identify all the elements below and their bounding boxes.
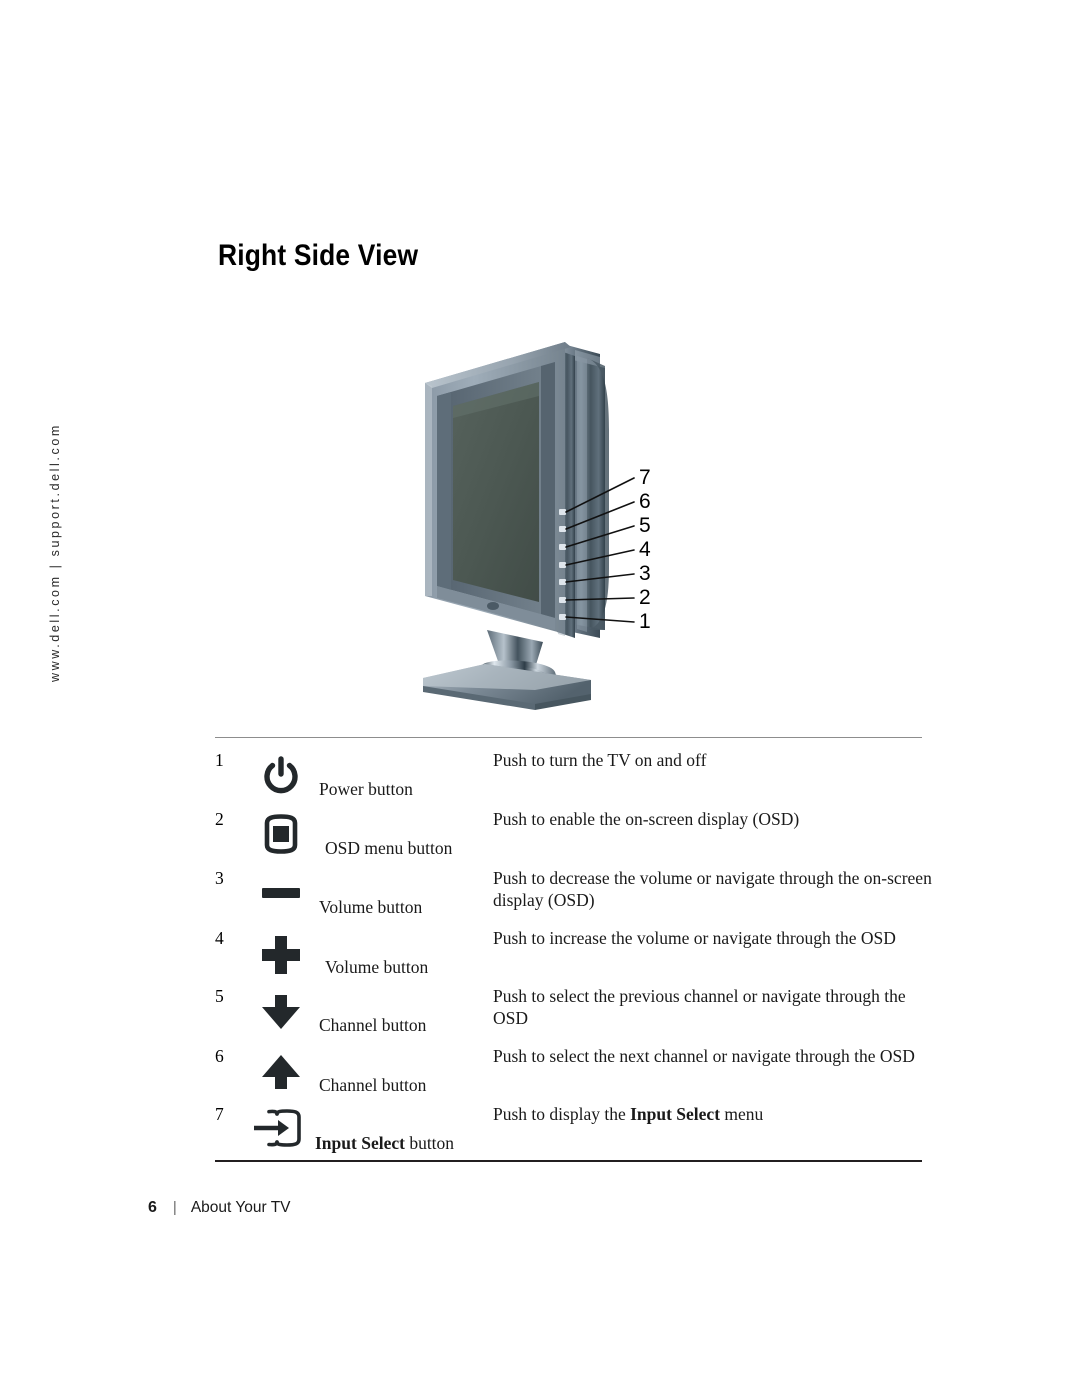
tv-right-side-view-figure: 7 6 5 4 3 2 1 [415,338,705,713]
page-footer: 6 | About Your TV [148,1199,291,1217]
row-description-text: Push to select the previous channel or n… [493,986,906,1029]
row-description-prefix: Push to display the [493,1104,631,1124]
row-number: 1 [215,750,224,770]
row-description-suffix: menu [720,1104,764,1124]
callout-number-2: 2 [639,586,651,609]
table-bottom-rule [215,1160,922,1162]
table-row: 5 Channel button Push to select the prev… [215,977,922,1037]
arrow-up-icon [248,1037,313,1093]
callout-number-5: 5 [639,514,651,537]
callout-number-7: 7 [639,466,651,489]
row-description-bold: Input Select [630,1104,721,1124]
plus-icon [248,919,313,977]
row-number: 5 [215,986,224,1006]
row-description: Push to select the next channel or navig… [493,1045,933,1067]
row-number: 6 [215,1046,224,1066]
row-description-text: Push to enable the on-screen display (OS… [493,809,800,829]
power-icon [248,741,313,797]
footer-section-title: About Your TV [190,1199,291,1216]
callout-number-3: 3 [639,562,651,585]
row-description-text: Push to decrease the volume or navigate … [493,868,932,911]
row-description: Push to select the previous channel or n… [493,985,925,1029]
row-description-text: Push to increase the volume or navigate … [493,928,896,948]
footer-separator: | [172,1199,177,1216]
callout-number-4: 4 [639,538,651,561]
row-description: Push to decrease the volume or navigate … [493,867,933,911]
callout-number-6: 6 [639,490,651,513]
row-label-rest: button [404,1133,455,1153]
table-row: 1 Power button Push to turn the TV on an… [215,741,922,799]
row-description: Push to enable the on-screen display (OS… [493,808,925,830]
callout-number-1: 1 [639,610,651,633]
minus-icon [248,859,313,913]
table-row: 3 Volume button Push to decrease the vol… [215,859,932,919]
row-description: Push to increase the volume or navigate … [493,927,933,949]
table-row: 7 Input Select button Push to display th… [215,1095,922,1153]
table-top-rule [215,737,922,738]
footer-page-number: 6 [148,1199,157,1216]
side-rail-url: www.dell.com | support.dell.com [48,423,62,682]
button-reference-table: 1 Power button Push to turn the TV on an… [215,737,932,1153]
table-row: 4 Volume button Push to increase the vol… [215,919,922,977]
table-row: 6 Channel button Push to select the next… [215,1037,922,1095]
osd-menu-icon [248,800,313,854]
row-description: Push to turn the TV on and off [493,749,925,771]
arrow-down-icon [248,977,313,1033]
row-number: 7 [215,1104,224,1124]
row-description: Push to display the Input Select menu [493,1103,925,1125]
row-number: 2 [215,809,224,829]
tv-front-bezel [425,342,571,634]
tv-stand [423,630,591,710]
page-title: Right Side View [218,239,419,272]
row-number: 3 [215,868,224,888]
row-description-text: Push to turn the TV on and off [493,750,707,770]
side-rail: www.dell.com | support.dell.com [0,0,130,1397]
row-label-bold: Input Select [315,1133,405,1153]
row-description-text: Push to select the next channel or navig… [493,1046,915,1066]
table-row: 2 OSD menu button Push to enable the on-… [215,800,922,858]
row-number: 4 [215,928,224,948]
input-select-icon [248,1095,313,1147]
